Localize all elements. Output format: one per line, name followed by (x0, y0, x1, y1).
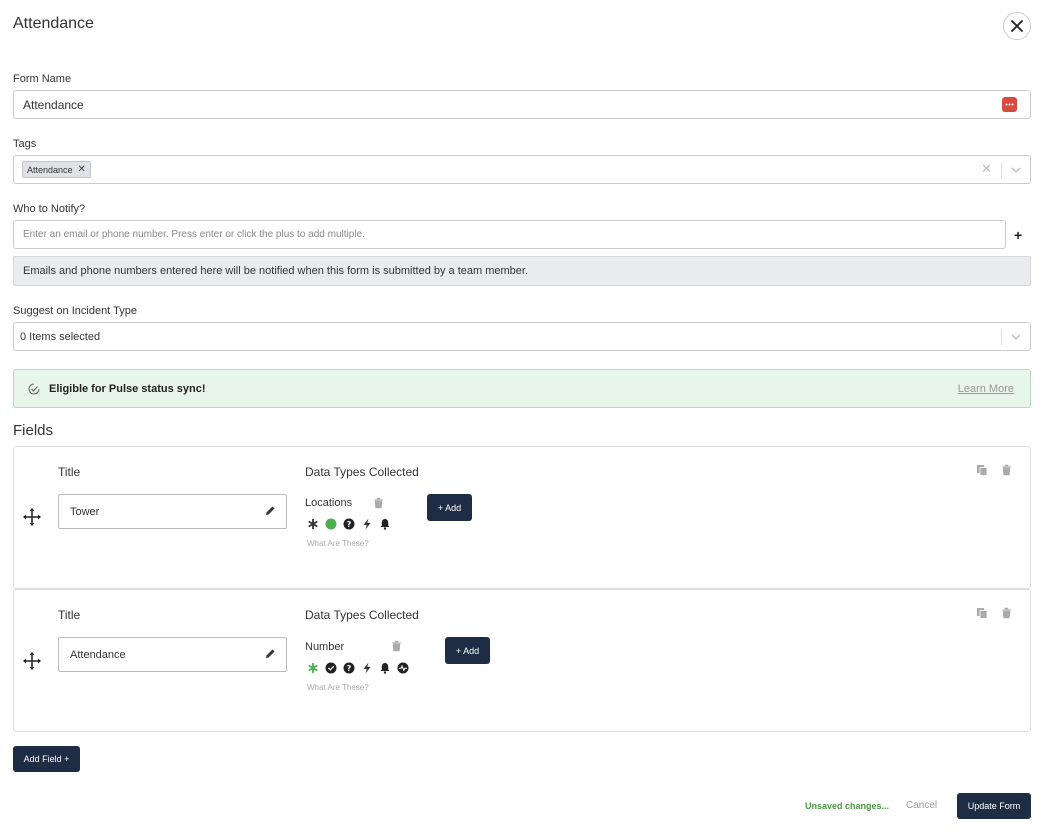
incident-value: 0 Items selected (20, 330, 101, 343)
data-type-label: Locations (305, 497, 353, 509)
clear-icon[interactable]: ✕ (981, 161, 992, 177)
chevron-down-icon[interactable] (1009, 330, 1023, 344)
data-types-label: Data Types Collected (305, 608, 419, 622)
form-name-label: Form Name (13, 73, 72, 85)
move-icon[interactable] (22, 507, 42, 527)
tag-chip: Attendance ✕ (22, 161, 91, 178)
notify-input[interactable]: Enter an email or phone number. Press en… (13, 220, 1006, 249)
field-title-value: Attendance (70, 648, 126, 661)
pulse-eligibility-banner: Eligible for Pulse status sync! Learn Mo… (13, 369, 1031, 408)
add-field-button[interactable]: Add Field + (13, 746, 80, 772)
password-manager-icon[interactable] (1002, 97, 1017, 112)
check-circle-icon (28, 383, 40, 394)
field-title-value: Tower (70, 505, 100, 518)
data-type-icons: ? (307, 518, 391, 530)
update-form-button[interactable]: Update Form (957, 793, 1031, 819)
svg-text:?: ? (347, 664, 352, 673)
tag-remove-icon[interactable]: ✕ (78, 164, 86, 175)
field-title-label: Title (58, 465, 81, 479)
asterisk-icon[interactable] (307, 518, 319, 530)
form-name-input[interactable]: Attendance (13, 90, 1031, 119)
pencil-icon[interactable] (264, 648, 276, 660)
copy-icon[interactable] (976, 464, 988, 476)
field-card: Title Data Types Collected Tower Locatio… (13, 446, 1031, 589)
notify-info-box: Emails and phone numbers entered here wi… (13, 256, 1031, 286)
learn-more-link[interactable]: Learn More (958, 383, 1014, 395)
check-circle-icon[interactable] (325, 662, 337, 674)
select-separator (1001, 162, 1002, 178)
bell-icon[interactable] (379, 662, 391, 674)
trash-icon[interactable] (391, 640, 402, 652)
modal-title: Attendance (13, 15, 94, 32)
close-icon (1011, 20, 1023, 32)
tags-select[interactable]: Attendance ✕ ✕ (13, 155, 1031, 184)
data-types-label: Data Types Collected (305, 465, 419, 479)
notify-placeholder: Enter an email or phone number. Press en… (23, 229, 365, 240)
delete-field-icon[interactable] (1001, 607, 1012, 619)
pulse-text: Eligible for Pulse status sync! (49, 382, 206, 395)
add-data-type-button[interactable]: + Add (427, 494, 472, 521)
tag-chip-label: Attendance (27, 164, 73, 175)
incident-select[interactable]: 0 Items selected (13, 322, 1031, 351)
trash-icon[interactable] (373, 497, 384, 509)
select-separator (1001, 329, 1002, 345)
fields-heading: Fields (13, 422, 54, 439)
bell-icon[interactable] (379, 518, 391, 530)
data-type-icons: ? (307, 662, 409, 674)
incident-label: Suggest on Incident Type (13, 305, 137, 317)
delete-field-icon[interactable] (1001, 464, 1012, 476)
what-are-these-link[interactable]: What Are These? (307, 539, 369, 548)
form-name-value: Attendance (23, 97, 84, 112)
copy-icon[interactable] (976, 607, 988, 619)
green-dot-icon[interactable] (325, 518, 337, 530)
what-are-these-link[interactable]: What Are These? (307, 683, 369, 692)
question-icon[interactable]: ? (343, 518, 355, 530)
add-data-type-button[interactable]: + Add (445, 637, 490, 664)
pencil-icon[interactable] (264, 505, 276, 517)
field-title-input[interactable]: Tower (58, 494, 287, 529)
green-asterisk-icon[interactable] (307, 662, 319, 674)
unsaved-changes-status: Unsaved changes... (805, 801, 890, 811)
pulse-icon[interactable] (397, 662, 409, 674)
chevron-down-icon[interactable] (1009, 163, 1023, 177)
question-icon[interactable]: ? (343, 662, 355, 674)
cancel-button[interactable]: Cancel (906, 800, 937, 811)
close-button[interactable] (1003, 12, 1031, 40)
field-card: Title Data Types Collected Attendance Nu… (13, 589, 1031, 732)
bolt-icon[interactable] (361, 662, 373, 674)
notify-label: Who to Notify? (13, 203, 86, 215)
move-icon[interactable] (22, 651, 42, 671)
field-title-input[interactable]: Attendance (58, 637, 287, 672)
bolt-icon[interactable] (361, 518, 373, 530)
svg-text:?: ? (347, 520, 352, 529)
data-type-label: Number (305, 641, 345, 653)
add-recipient-plus-icon[interactable]: + (1014, 227, 1022, 243)
field-title-label: Title (58, 608, 81, 622)
tags-label: Tags (13, 138, 37, 150)
